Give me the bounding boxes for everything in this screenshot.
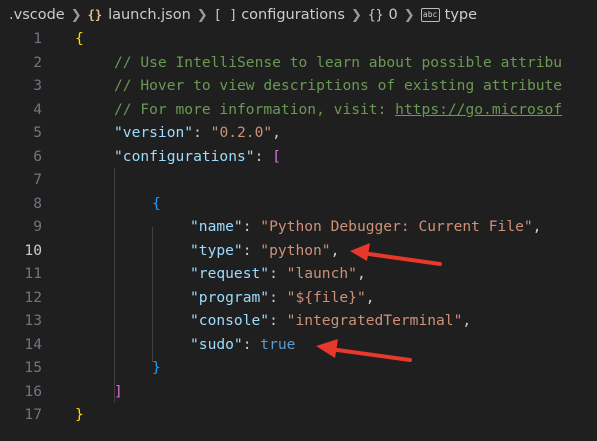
line-number: 9	[33, 218, 42, 236]
code-text: "configurations": [	[114, 147, 281, 165]
code-text: // Use IntelliSense to learn about possi…	[114, 53, 563, 71]
code-text: // For more information, visit: https://…	[114, 100, 563, 118]
breadcrumb-item-0[interactable]: {} 0	[368, 7, 398, 23]
code-line[interactable]: 15 }	[0, 356, 597, 380]
breadcrumb-label: launch.json	[108, 7, 191, 23]
line-number: 1	[33, 30, 42, 48]
code-line[interactable]: 5 "version": "0.2.0",	[0, 121, 597, 145]
chevron-right-icon: ❯	[350, 7, 362, 23]
annotation-arrow-sudo	[316, 339, 412, 362]
code-line[interactable]: 16 ]	[0, 380, 597, 404]
breadcrumb-label: configurations	[241, 7, 345, 23]
breadcrumb-label: type	[444, 7, 478, 23]
code-text: ]	[114, 382, 123, 400]
code-text: // Hover to view descriptions of existin…	[114, 77, 563, 95]
breadcrumb-item-type[interactable]: abc type	[420, 7, 478, 23]
code-line[interactable]: 17 }	[0, 403, 597, 427]
breadcrumb-item-configurations[interactable]: [ ] configurations	[214, 7, 345, 23]
string-type-icon: abc	[420, 8, 440, 22]
code-text: {	[75, 30, 84, 48]
json-braces-icon: {}	[87, 8, 103, 22]
code-line[interactable]: 4 // For more information, visit: https:…	[0, 98, 597, 122]
line-number: 15	[24, 359, 42, 377]
code-text: }	[75, 406, 84, 424]
breadcrumb-label: .vscode	[9, 7, 65, 23]
code-text: "version": "0.2.0",	[114, 124, 281, 142]
line-number: 13	[24, 312, 42, 330]
comment-link[interactable]: https://go.microsof	[395, 101, 562, 118]
breadcrumb-item-vscode[interactable]: .vscode	[9, 7, 65, 23]
code-line[interactable]: 8 {	[0, 192, 597, 216]
line-number: 8	[33, 194, 42, 212]
code-line[interactable]: 14 "sudo": true	[0, 333, 597, 357]
code-line-active[interactable]: 10 "type": "python",	[0, 239, 597, 263]
code-line[interactable]: 7	[0, 168, 597, 192]
line-number: 10	[24, 241, 42, 259]
line-number: 7	[33, 171, 42, 189]
line-number: 16	[24, 382, 42, 400]
code-line[interactable]: 3 // Hover to view descriptions of exist…	[0, 74, 597, 98]
line-number: 3	[33, 77, 42, 95]
breadcrumb-label: 0	[388, 7, 398, 23]
code-text: }	[152, 359, 161, 377]
code-line[interactable]: 6 "configurations": [	[0, 145, 597, 169]
line-number: 5	[33, 124, 42, 142]
annotation-arrow-type	[350, 243, 442, 266]
line-number: 6	[33, 147, 42, 165]
chevron-right-icon: ❯	[70, 7, 82, 23]
code-line[interactable]: 9 "name": "Python Debugger: Current File…	[0, 215, 597, 239]
chevron-right-icon: ❯	[403, 7, 415, 23]
object-icon: {}	[367, 7, 384, 23]
line-number: 17	[24, 406, 42, 424]
code-editor[interactable]: 1 { 2 // Use IntelliSense to learn about…	[0, 27, 597, 441]
array-icon: [ ]	[213, 7, 238, 23]
line-number: 2	[33, 53, 42, 71]
line-number: 4	[33, 100, 42, 118]
breadcrumb: .vscode ❯ {} launch.json ❯ [ ] configurati…	[0, 0, 597, 30]
code-line[interactable]: 1 {	[0, 27, 597, 51]
code-line[interactable]: 11 "request": "launch",	[0, 262, 597, 286]
code-line[interactable]: 13 "console": "integratedTerminal",	[0, 309, 597, 333]
code-line[interactable]: 2 // Use IntelliSense to learn about pos…	[0, 51, 597, 75]
code-text: "console": "integratedTerminal",	[190, 312, 472, 330]
code-text: "name": "Python Debugger: Current File",	[190, 218, 542, 236]
code-text: "sudo": true	[190, 335, 296, 353]
chevron-right-icon: ❯	[196, 7, 208, 23]
line-number: 11	[24, 265, 42, 283]
code-line[interactable]: 12 "program": "${file}",	[0, 286, 597, 310]
code-text: "program": "${file}",	[190, 288, 375, 306]
line-number: 12	[24, 288, 42, 306]
breadcrumb-item-launch-json[interactable]: {} launch.json	[88, 7, 191, 23]
code-text: "type": "python",	[190, 241, 340, 259]
code-text: {	[152, 194, 161, 212]
line-number: 14	[24, 335, 42, 353]
